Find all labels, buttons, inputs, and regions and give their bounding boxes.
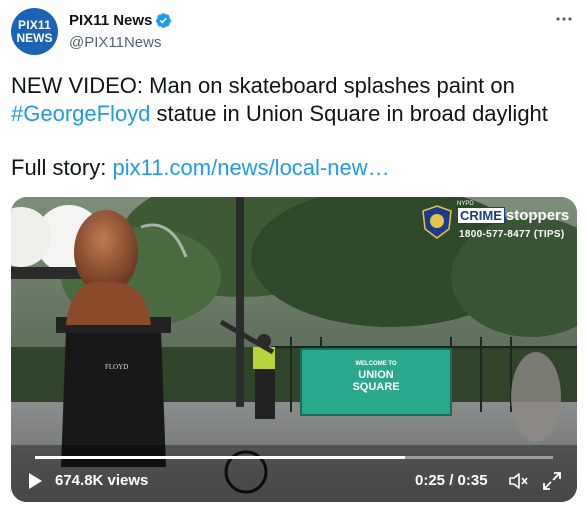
avatar[interactable]: PIX11 NEWS bbox=[11, 8, 58, 55]
display-name[interactable]: PIX11 News bbox=[69, 12, 152, 29]
fullscreen-icon[interactable] bbox=[541, 470, 563, 492]
handle[interactable]: @PIX11News bbox=[69, 34, 161, 51]
tweet-text-line1: NEW VIDEO: Man on skateboard splashes pa… bbox=[11, 73, 515, 98]
tweet-text-line2-rest: statue in Union Square in broad daylight bbox=[150, 101, 548, 126]
video-controls: 674.8K views 0:25 / 0:35 bbox=[11, 450, 577, 502]
video-player[interactable]: FLOYD WELCOME TO UNION SQUARE NYPD CRIME… bbox=[11, 197, 577, 502]
progress-fill bbox=[35, 456, 405, 459]
tweet-header: PIX11 NEWS PIX11 News @PIX11News bbox=[11, 8, 576, 55]
avatar-text-line2: NEWS bbox=[16, 31, 53, 45]
tweet-text-line2: #GeorgeFloyd statue in Union Square in b… bbox=[11, 100, 577, 128]
stoppers-label: stoppers bbox=[505, 207, 570, 224]
statue-plaque-text: FLOYD bbox=[105, 363, 129, 371]
crime-stoppers-overlay: NYPD CRIME stoppers 1800-577-8477 (TIPS) bbox=[421, 201, 573, 243]
full-story-line: Full story: pix11.com/news/local-new… bbox=[11, 154, 577, 182]
tweet-text: NEW VIDEO: Man on skateboard splashes pa… bbox=[11, 72, 577, 182]
name-row: PIX11 News bbox=[69, 12, 172, 29]
sign-welcome-text: WELCOME TO bbox=[355, 361, 397, 367]
volume-icon[interactable] bbox=[508, 471, 530, 491]
more-options-icon[interactable] bbox=[554, 12, 574, 26]
progress-bar[interactable] bbox=[35, 456, 553, 459]
sign-square-text: SQUARE bbox=[352, 381, 400, 393]
play-icon[interactable] bbox=[27, 472, 43, 490]
full-story-label: Full story: bbox=[11, 155, 113, 180]
crime-stoppers-logo: CRIME stoppers bbox=[457, 207, 569, 225]
avatar-text-line1: PIX11 bbox=[17, 18, 52, 32]
story-link[interactable]: pix11.com/news/local-new… bbox=[112, 155, 389, 180]
crime-label: CRIME bbox=[457, 207, 505, 224]
verified-badge-icon bbox=[156, 13, 172, 28]
tips-phone: 1800-577-8477 (TIPS) bbox=[459, 229, 565, 240]
hashtag-link[interactable]: #GeorgeFloyd bbox=[11, 101, 150, 126]
sign-union-text: UNION bbox=[358, 369, 394, 381]
view-count: 674.8K views bbox=[55, 472, 149, 489]
time-display: 0:25 / 0:35 bbox=[415, 472, 488, 489]
nypd-badge-icon bbox=[422, 205, 452, 239]
